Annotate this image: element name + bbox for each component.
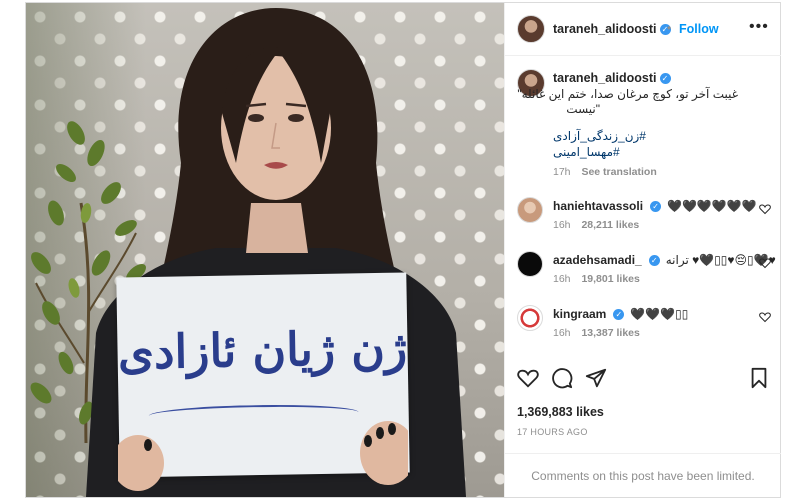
hands-image [118,421,408,491]
paper-plane-icon[interactable] [585,367,607,389]
comment-username[interactable]: kingraam [553,307,606,321]
more-options-icon[interactable]: ••• [749,18,769,36]
comment-time: 16h [553,219,571,231]
comment-time: 16h [553,327,571,339]
comment-username[interactable]: azadehsamadi_ [553,253,642,267]
comment-like-heart-icon[interactable] [759,203,771,215]
caption-username[interactable]: taraneh_alidoosti ✓ [553,71,671,85]
post-timestamp[interactable]: 17 HOURS AGO [517,427,588,437]
comment-text: kingraam ✓ 🖤🖤🖤▯▯ [553,307,688,321]
comment-text: haniehtavassoli ✓ 🖤🖤🖤🖤🖤🖤 [553,199,757,213]
verified-icon: ✓ [648,255,660,266]
comment-likes[interactable]: 19,801 likes [581,273,639,285]
comment-body: 🖤🖤🖤▯▯ [630,307,689,321]
caption-line-1: غیبت آخر تو، کوچ مرغان صدا، ختم این غائل… [517,87,738,101]
comments-limited-notice: Comments on this post have been limited. [505,453,781,498]
comment-avatar[interactable] [517,305,543,331]
author-username[interactable]: taraneh_alidoosti ✓ [553,22,671,36]
comment-text: azadehsamadi_ ✓ ترانه ♥︎🖤▯▯♥︎😔▯🖤♥︎ [553,253,776,267]
separator-dot: • [667,21,672,35]
caption-meta: 17h See translation [553,166,657,178]
post-modal: ژن ژیان ئازادی taraneh_alidoosti ✓ • Foll… [25,2,781,498]
comment-meta: 16h 28,211 likes [553,219,639,231]
author-username-text[interactable]: taraneh_alidoosti [553,22,657,36]
caption-line-2: "نیست [566,102,600,116]
post-header: taraneh_alidoosti ✓ • Follow ••• [505,3,781,56]
action-bar [505,367,781,395]
comment-time: 16h [553,273,571,285]
comment-likes[interactable]: 28,211 likes [581,219,639,231]
follow-button[interactable]: Follow [679,22,719,36]
hashtag-link[interactable]: #مهسا_امینی [553,145,620,159]
heart-icon[interactable] [517,367,539,389]
caption-time: 17h [553,166,571,178]
likes-count[interactable]: 1,369,883 likes [517,405,604,419]
post-side-panel: taraneh_alidoosti ✓ • Follow ••• taraneh_… [504,3,781,497]
bookmark-icon[interactable] [749,367,769,389]
comment-like-heart-icon[interactable] [759,311,771,323]
comment-meta: 16h 13,387 likes [553,327,640,339]
comment-avatar[interactable] [517,251,543,277]
comment-body: 🖤🖤🖤🖤🖤🖤 [667,199,757,213]
see-translation-button[interactable]: See translation [581,166,656,178]
hashtag-link[interactable]: #زن_زندگی_آزادی [553,129,646,143]
comment-avatar[interactable] [517,197,543,223]
author-avatar[interactable] [517,15,545,43]
sign-text: ژن ژیان ئازادی [117,320,408,380]
comment-like-heart-icon[interactable] [759,257,771,269]
verified-icon: ✓ [659,73,671,84]
post-photo[interactable]: ژن ژیان ئازادی [26,3,504,497]
caption-username-text[interactable]: taraneh_alidoosti [553,71,657,85]
comment-meta: 16h 19,801 likes [553,273,640,285]
comment-likes[interactable]: 13,387 likes [581,327,639,339]
verified-icon: ✓ [613,309,625,320]
comment-username[interactable]: haniehtavassoli [553,199,643,213]
comment-bubble-icon[interactable] [551,367,573,389]
verified-icon: ✓ [650,201,662,212]
